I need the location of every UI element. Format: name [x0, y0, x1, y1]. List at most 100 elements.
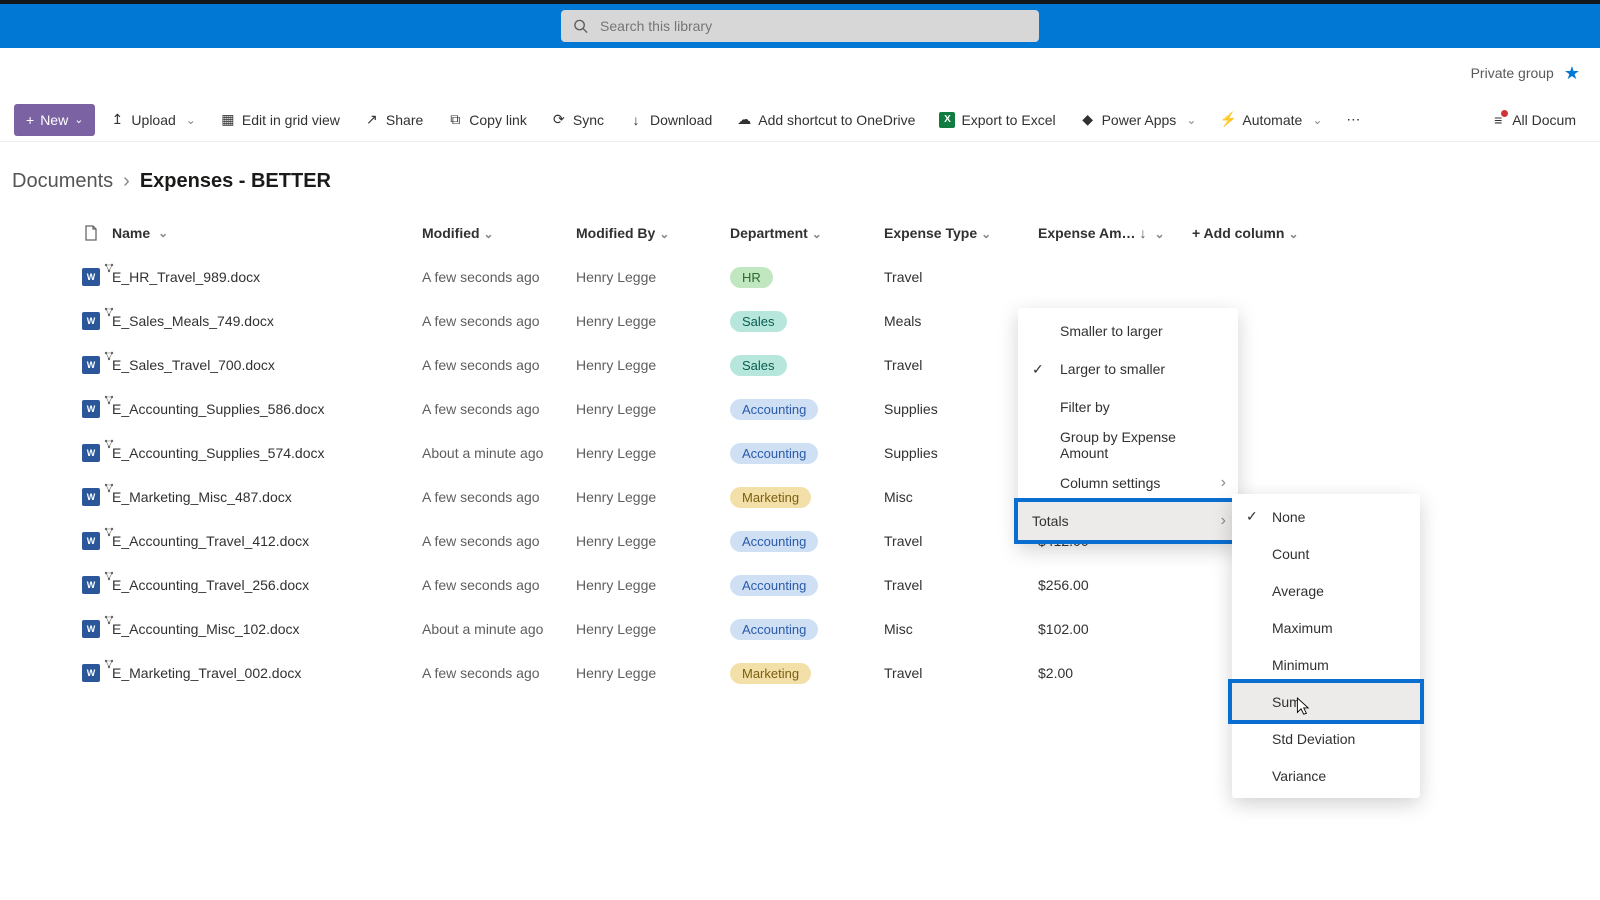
- add-column-label: Add column: [1204, 225, 1285, 241]
- add-shortcut-button[interactable]: ☁ Add shortcut to OneDrive: [726, 104, 925, 136]
- menu-filter-by[interactable]: Filter by: [1018, 388, 1238, 426]
- new-button-label: New: [40, 112, 68, 128]
- word-icon: W: [82, 620, 100, 638]
- totals-maximum[interactable]: Maximum: [1232, 609, 1420, 646]
- column-header-name[interactable]: Name⌄: [112, 225, 422, 241]
- file-name-cell[interactable]: E_HR_Travel_989.docx: [112, 269, 422, 285]
- file-name-cell[interactable]: E_Accounting_Travel_256.docx: [112, 577, 422, 593]
- expense-type-cell: Travel: [884, 357, 1038, 373]
- view-icon: ≡: [1490, 112, 1506, 128]
- word-icon: W: [82, 664, 100, 682]
- copy-link-label: Copy link: [469, 112, 527, 128]
- modified-by-cell[interactable]: Henry Legge: [576, 401, 730, 417]
- totals-sum[interactable]: Sum: [1232, 683, 1420, 720]
- totals-average[interactable]: Average: [1232, 572, 1420, 609]
- share-button[interactable]: ↗ Share: [354, 104, 433, 136]
- word-icon: W: [82, 356, 100, 374]
- breadcrumb: Documents › Expenses - BETTER: [0, 142, 1600, 211]
- menu-smaller-to-larger[interactable]: Smaller to larger: [1018, 312, 1238, 350]
- column-header-expense-amount[interactable]: Expense Am…↓⌄: [1038, 225, 1192, 241]
- automate-label: Automate: [1242, 112, 1302, 128]
- totals-none[interactable]: None: [1232, 498, 1420, 535]
- department-cell: Marketing: [730, 663, 884, 684]
- totals-variance[interactable]: Variance: [1232, 757, 1420, 794]
- upload-button[interactable]: ↥ Upload ⌄: [99, 104, 205, 136]
- chevron-down-icon: ⌄: [1288, 227, 1298, 241]
- modified-by-cell[interactable]: Henry Legge: [576, 489, 730, 505]
- column-header-expense-type[interactable]: Expense Type⌄: [884, 225, 1038, 241]
- column-header-modified[interactable]: Modified⌄: [422, 225, 576, 241]
- file-name-cell[interactable]: E_Accounting_Travel_412.docx: [112, 533, 422, 549]
- file-name-cell[interactable]: E_Marketing_Travel_002.docx: [112, 665, 422, 681]
- expense-type-cell: Misc: [884, 489, 1038, 505]
- add-column-button[interactable]: + Add column⌄: [1192, 225, 1312, 241]
- search-input[interactable]: [600, 18, 1027, 34]
- expense-amount-cell: $102.00: [1038, 621, 1192, 637]
- column-header-department[interactable]: Department⌄: [730, 225, 884, 241]
- modified-by-cell[interactable]: Henry Legge: [576, 445, 730, 461]
- automate-button[interactable]: ⚡ Automate ⌄: [1210, 104, 1332, 136]
- file-name-cell[interactable]: E_Accounting_Misc_102.docx: [112, 621, 422, 637]
- table-row[interactable]: W E_Sales_Meals_749.docxA few seconds ago…: [0, 299, 1600, 343]
- menu-group-by[interactable]: Group by Expense Amount: [1018, 426, 1238, 464]
- download-button[interactable]: ↓ Download: [618, 104, 722, 136]
- modified-by-cell[interactable]: Henry Legge: [576, 313, 730, 329]
- word-icon: W: [82, 488, 100, 506]
- col-dept-label: Department: [730, 225, 808, 241]
- copy-link-button[interactable]: ⧉ Copy link: [437, 104, 537, 136]
- table-row[interactable]: WE_Sales_Travel_700.docxA few seconds ag…: [0, 343, 1600, 387]
- department-cell: Accounting: [730, 619, 884, 640]
- menu-totals[interactable]: Totals: [1018, 502, 1238, 540]
- expense-type-cell: Misc: [884, 621, 1038, 637]
- col-type-label: Expense Type: [884, 225, 977, 241]
- totals-count[interactable]: Count: [1232, 535, 1420, 572]
- site-info-bar: Private group ★: [0, 48, 1600, 98]
- totals-minimum[interactable]: Minimum: [1232, 646, 1420, 683]
- flow-icon: ⚡: [1220, 112, 1236, 128]
- more-button[interactable]: ⋯: [1336, 104, 1370, 136]
- word-icon: W: [82, 444, 100, 462]
- department-pill: Sales: [730, 355, 787, 376]
- cursor-icon: [1292, 696, 1310, 718]
- column-header-modifiedby[interactable]: Modified By⌄: [576, 225, 730, 241]
- file-name-cell[interactable]: E_Accounting_Supplies_574.docx: [112, 445, 422, 461]
- edit-grid-button[interactable]: ▦ Edit in grid view: [210, 104, 350, 136]
- search-box[interactable]: [561, 10, 1039, 42]
- file-name-cell[interactable]: E_Sales_Meals_749.docx: [112, 313, 422, 329]
- expense-type-cell: Travel: [884, 577, 1038, 593]
- new-button[interactable]: + New ⌄: [14, 104, 95, 136]
- column-context-menu: Smaller to larger Larger to smaller Filt…: [1018, 308, 1238, 544]
- powerapps-icon: ◆: [1080, 112, 1096, 128]
- follow-star-icon[interactable]: ★: [1564, 63, 1580, 84]
- view-switcher[interactable]: ≡ All Docum: [1480, 104, 1586, 136]
- file-name-cell[interactable]: E_Sales_Travel_700.docx: [112, 357, 422, 373]
- power-apps-button[interactable]: ◆ Power Apps ⌄: [1070, 104, 1207, 136]
- modified-by-cell[interactable]: Henry Legge: [576, 357, 730, 373]
- modified-cell: A few seconds ago: [422, 269, 576, 285]
- file-name-cell[interactable]: E_Accounting_Supplies_586.docx: [112, 401, 422, 417]
- menu-larger-to-smaller[interactable]: Larger to smaller: [1018, 350, 1238, 388]
- command-bar: + New ⌄ ↥ Upload ⌄ ▦ Edit in grid view ↗…: [0, 98, 1600, 142]
- word-icon: W: [82, 312, 100, 330]
- breadcrumb-parent[interactable]: Documents: [12, 170, 113, 193]
- table-row[interactable]: WE_HR_Travel_989.docxA few seconds agoHe…: [0, 255, 1600, 299]
- sync-button[interactable]: ⟳ Sync: [541, 104, 614, 136]
- department-cell: Accounting: [730, 443, 884, 464]
- modified-cell: A few seconds ago: [422, 313, 576, 329]
- table-row[interactable]: WE_Accounting_Supplies_586.docxA few sec…: [0, 387, 1600, 431]
- col-amt-label: Expense Am…: [1038, 225, 1136, 241]
- menu-column-settings[interactable]: Column settings: [1018, 464, 1238, 502]
- totals-std-deviation[interactable]: Std Deviation: [1232, 720, 1420, 757]
- export-excel-button[interactable]: X Export to Excel: [929, 104, 1065, 136]
- column-header-filetype[interactable]: [70, 225, 112, 241]
- table-row[interactable]: W E_Accounting_Supplies_574.docxAbout a m…: [0, 431, 1600, 475]
- ellipsis-icon: ⋯: [1346, 111, 1360, 128]
- modified-by-cell[interactable]: Henry Legge: [576, 533, 730, 549]
- file-name-cell[interactable]: E_Marketing_Misc_487.docx: [112, 489, 422, 505]
- modified-by-cell[interactable]: Henry Legge: [576, 577, 730, 593]
- modified-cell: About a minute ago: [422, 445, 576, 461]
- modified-by-cell[interactable]: Henry Legge: [576, 621, 730, 637]
- modified-by-cell[interactable]: Henry Legge: [576, 269, 730, 285]
- modified-by-cell[interactable]: Henry Legge: [576, 665, 730, 681]
- department-pill: Accounting: [730, 531, 818, 552]
